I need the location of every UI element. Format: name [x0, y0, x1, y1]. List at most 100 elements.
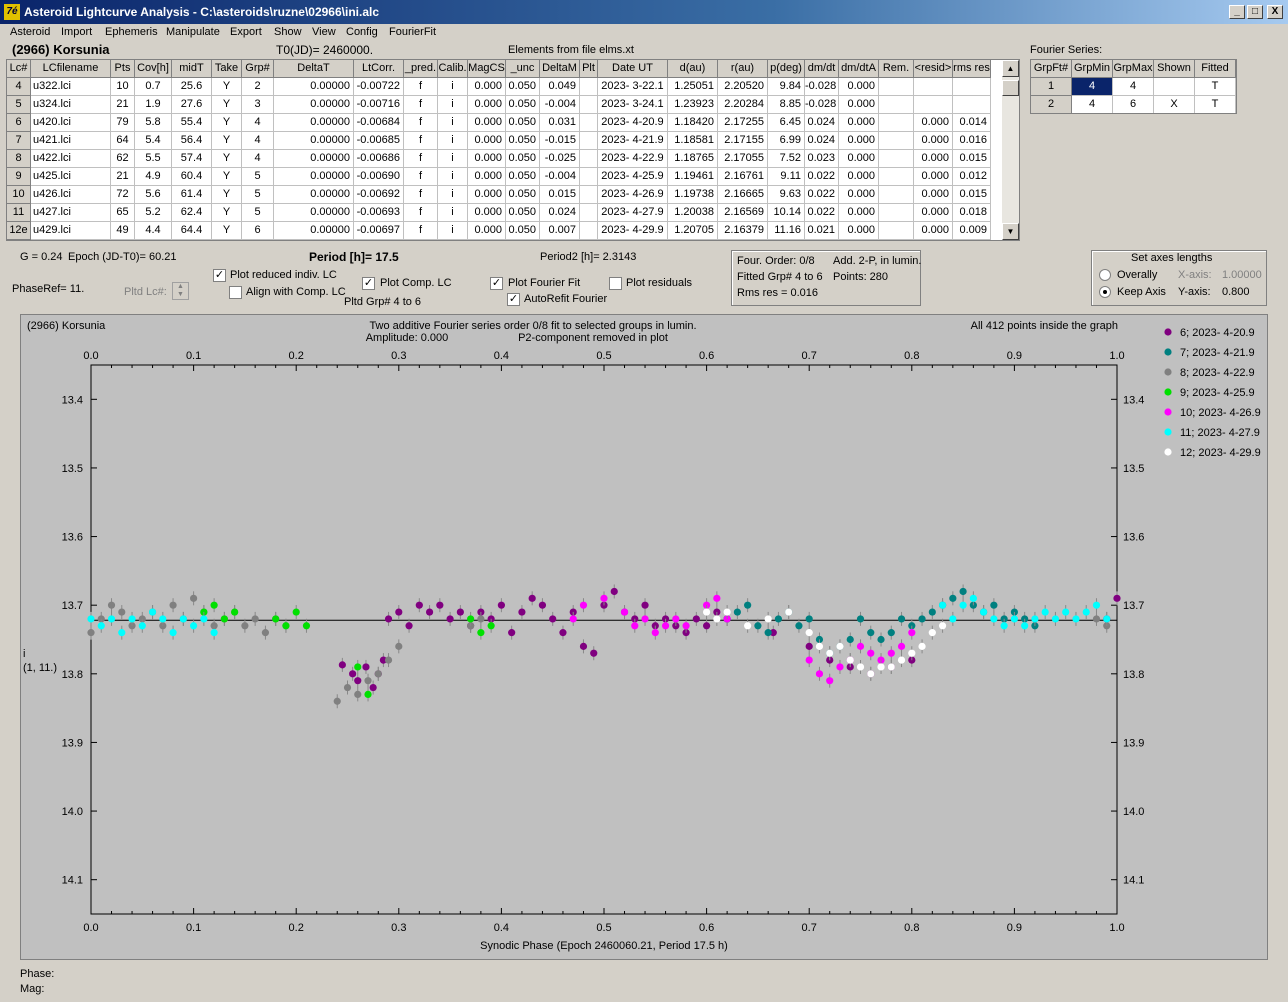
- table-cell[interactable]: 2.20520: [718, 78, 768, 96]
- table-cell[interactable]: 0.000: [468, 132, 506, 150]
- table-cell[interactable]: 0.050: [506, 168, 540, 186]
- table-cell[interactable]: i: [438, 78, 468, 96]
- table-cell[interactable]: 0.000: [468, 222, 506, 240]
- table-cell[interactable]: [879, 114, 914, 132]
- table-cell[interactable]: -0.00684: [354, 114, 404, 132]
- column-header[interactable]: rms res: [953, 60, 991, 78]
- table-cell[interactable]: 0.024: [805, 132, 839, 150]
- table-cell[interactable]: u425.lci: [31, 168, 111, 186]
- table-cell[interactable]: f: [404, 204, 438, 222]
- menu-manipulate[interactable]: Manipulate: [166, 26, 220, 38]
- column-header[interactable]: DeltaT: [274, 60, 354, 78]
- table-cell[interactable]: 1.20705: [668, 222, 718, 240]
- table-cell[interactable]: -0.004: [540, 96, 580, 114]
- scroll-up-icon[interactable]: ▲: [1002, 60, 1019, 77]
- table-cell[interactable]: -0.028: [805, 96, 839, 114]
- table-cell[interactable]: 0.00000: [274, 204, 354, 222]
- table-cell[interactable]: 0.000: [468, 150, 506, 168]
- menu-export[interactable]: Export: [230, 26, 262, 38]
- table-cell[interactable]: 5.4: [135, 132, 172, 150]
- table-cell[interactable]: 0.021: [805, 222, 839, 240]
- period-label[interactable]: Period [h]= 17.5: [309, 250, 399, 264]
- table-cell[interactable]: u421.lci: [31, 132, 111, 150]
- table-cell[interactable]: 1.18581: [668, 132, 718, 150]
- table-cell[interactable]: 4.4: [135, 222, 172, 240]
- table-cell[interactable]: [879, 222, 914, 240]
- menu-fourierfit[interactable]: FourierFit: [389, 26, 436, 38]
- column-header[interactable]: p(deg): [768, 60, 805, 78]
- table-cell[interactable]: -0.00716: [354, 96, 404, 114]
- table-cell[interactable]: -0.00690: [354, 168, 404, 186]
- table-cell[interactable]: 2.20284: [718, 96, 768, 114]
- table-cell[interactable]: 65: [111, 204, 135, 222]
- table-cell[interactable]: [953, 96, 991, 114]
- table-cell[interactable]: 0.000: [839, 168, 879, 186]
- table-cell[interactable]: 0.000: [914, 204, 953, 222]
- table-cell[interactable]: 72: [111, 186, 135, 204]
- table-cell[interactable]: 0.007: [540, 222, 580, 240]
- table-cell[interactable]: 0.012: [953, 168, 991, 186]
- table-cell[interactable]: [914, 96, 953, 114]
- table-cell[interactable]: 2023- 4-27.9: [598, 204, 668, 222]
- table-cell[interactable]: [879, 78, 914, 96]
- column-header[interactable]: Pts: [111, 60, 135, 78]
- table-cell[interactable]: 2.17155: [718, 132, 768, 150]
- row-header[interactable]: 9: [7, 168, 31, 186]
- table-cell[interactable]: i: [438, 204, 468, 222]
- table-cell[interactable]: i: [438, 222, 468, 240]
- table-cell[interactable]: f: [404, 78, 438, 96]
- align-comp-checkbox[interactable]: [229, 286, 242, 299]
- fourier-column-header[interactable]: Fitted: [1195, 60, 1236, 78]
- table-cell[interactable]: i: [438, 114, 468, 132]
- table-cell[interactable]: 0.050: [506, 186, 540, 204]
- fourier-table[interactable]: GrpFt# GrpMin GrpMax Shown Fitted 1 4 4 T 2 4 6 X T: [1030, 59, 1237, 114]
- row-header[interactable]: 4: [7, 78, 31, 96]
- fourier-cell[interactable]: X: [1154, 96, 1195, 113]
- table-cell[interactable]: 0.000: [914, 168, 953, 186]
- table-cell[interactable]: [879, 204, 914, 222]
- table-cell[interactable]: 0.031: [540, 114, 580, 132]
- autorefit-checkbox[interactable]: ✓: [507, 293, 520, 306]
- row-header[interactable]: 12e: [7, 222, 31, 240]
- column-header[interactable]: Take: [212, 60, 242, 78]
- table-cell[interactable]: 0.050: [506, 114, 540, 132]
- table-cell[interactable]: 2023- 4-25.9: [598, 168, 668, 186]
- column-header[interactable]: <resid>: [914, 60, 953, 78]
- table-cell[interactable]: i: [438, 168, 468, 186]
- table-cell[interactable]: 0.000: [914, 132, 953, 150]
- table-cell[interactable]: i: [438, 186, 468, 204]
- table-cell[interactable]: -0.025: [540, 150, 580, 168]
- table-cell[interactable]: -0.004: [540, 168, 580, 186]
- menu-view[interactable]: View: [312, 26, 336, 38]
- pltd-lc-spinner[interactable]: ▲ ▼: [172, 282, 189, 300]
- table-scrollbar[interactable]: ▲ ▼: [1002, 60, 1019, 240]
- table-cell[interactable]: Y: [212, 168, 242, 186]
- table-cell[interactable]: -0.015: [540, 132, 580, 150]
- table-cell[interactable]: f: [404, 114, 438, 132]
- column-header[interactable]: Grp#: [242, 60, 274, 78]
- table-cell[interactable]: 10: [111, 78, 135, 96]
- table-cell[interactable]: 2: [242, 78, 274, 96]
- table-cell[interactable]: 4: [242, 114, 274, 132]
- table-cell[interactable]: f: [404, 150, 438, 168]
- table-cell[interactable]: 0.00000: [274, 168, 354, 186]
- table-cell[interactable]: 0.014: [953, 114, 991, 132]
- table-cell[interactable]: 3: [242, 96, 274, 114]
- fourier-cell[interactable]: 6: [1113, 96, 1154, 113]
- fourier-column-header[interactable]: GrpMin: [1072, 60, 1113, 78]
- maximize-button[interactable]: □: [1247, 5, 1263, 19]
- table-cell[interactable]: 5: [242, 168, 274, 186]
- table-cell[interactable]: 1.23923: [668, 96, 718, 114]
- table-cell[interactable]: 0.015: [540, 186, 580, 204]
- plot-comp-checkbox[interactable]: ✓: [362, 277, 375, 290]
- table-cell[interactable]: u324.lci: [31, 96, 111, 114]
- table-cell[interactable]: [914, 78, 953, 96]
- column-header[interactable]: LCfilename: [31, 60, 111, 78]
- table-cell[interactable]: 8.85: [768, 96, 805, 114]
- menu-import[interactable]: Import: [61, 26, 92, 38]
- table-cell[interactable]: 0.00000: [274, 96, 354, 114]
- xaxis-value[interactable]: 1.00000: [1222, 269, 1262, 281]
- table-cell[interactable]: 1.20038: [668, 204, 718, 222]
- table-cell[interactable]: 9.63: [768, 186, 805, 204]
- table-cell[interactable]: 2.16379: [718, 222, 768, 240]
